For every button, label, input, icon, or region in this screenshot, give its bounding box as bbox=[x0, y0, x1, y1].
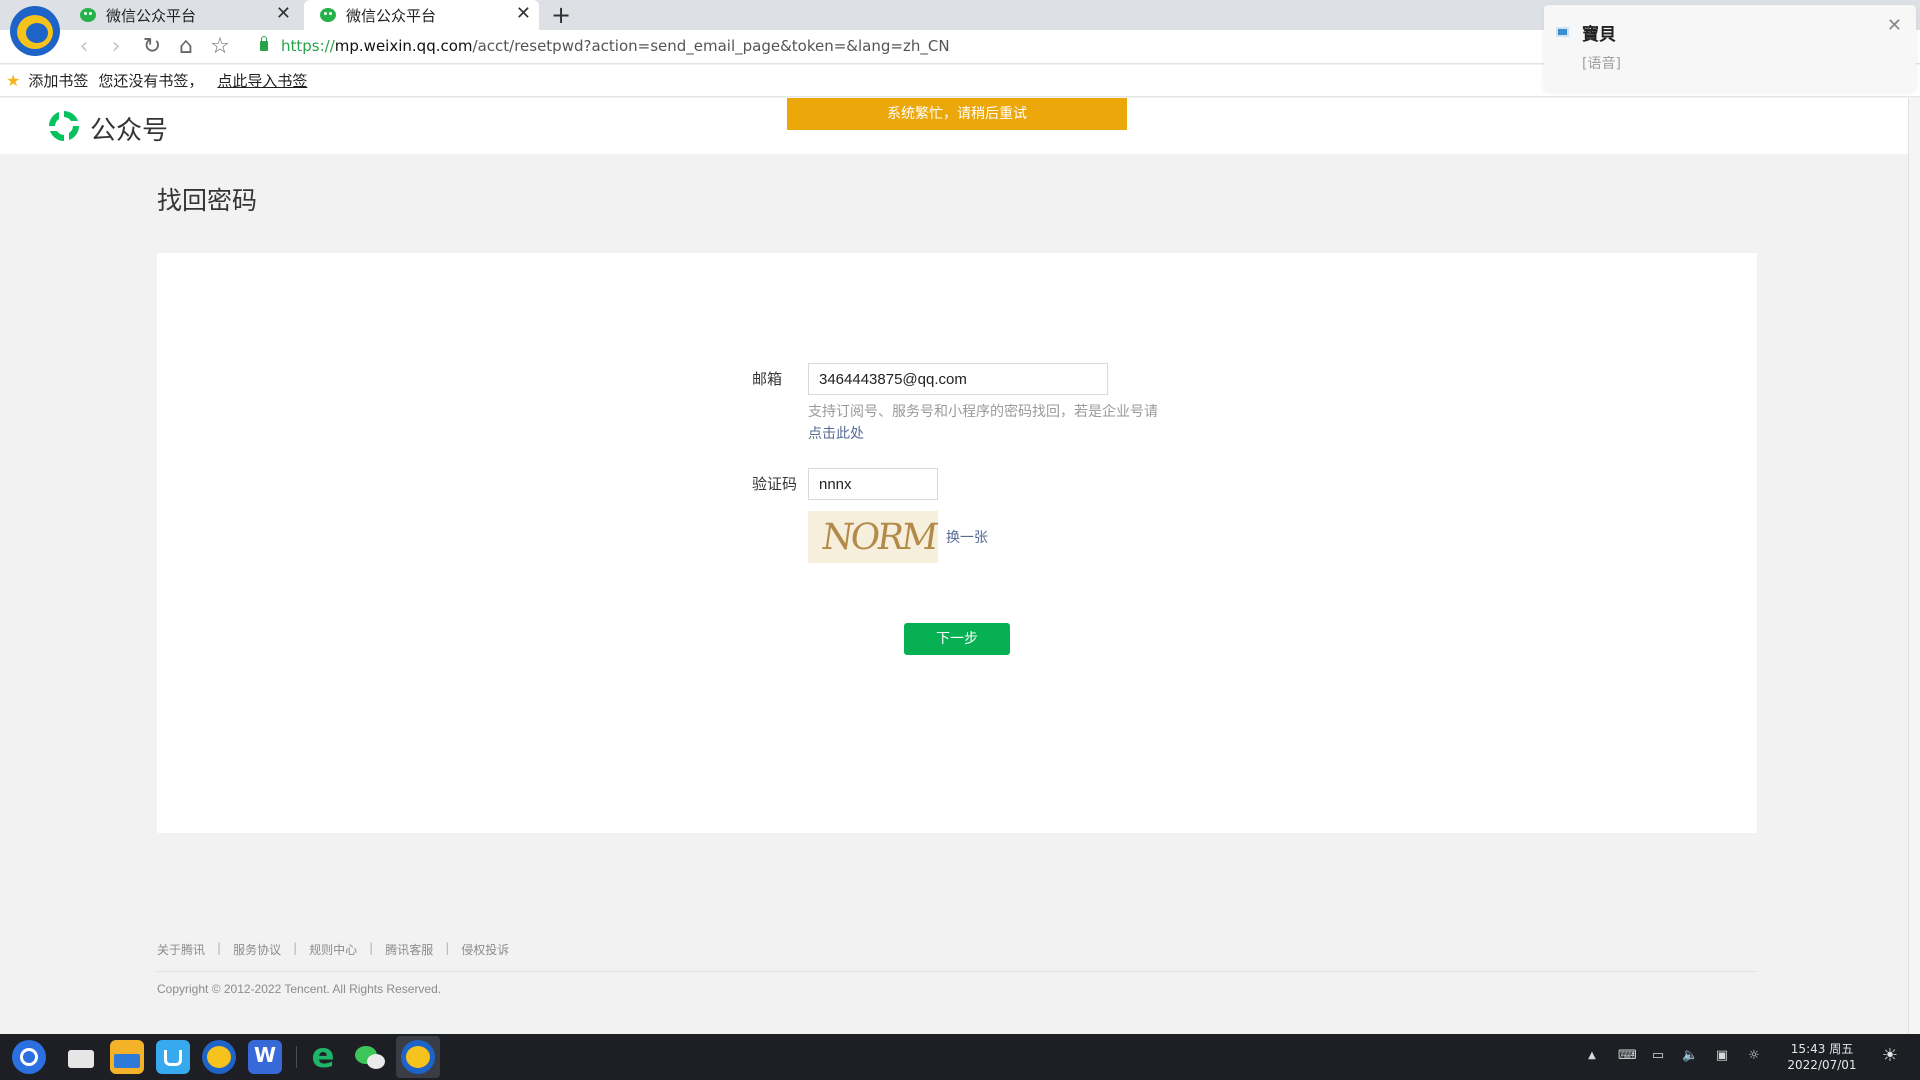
captcha-input[interactable] bbox=[808, 468, 938, 500]
footer-link-support[interactable]: 腾讯客服 bbox=[385, 941, 433, 958]
lock-icon bbox=[260, 36, 268, 51]
notification-body: [语音] bbox=[1582, 56, 1621, 72]
bookmark-star-icon[interactable]: ☆ bbox=[208, 35, 232, 59]
home-icon[interactable]: ⌂ bbox=[174, 35, 198, 59]
new-tab-button[interactable]: + bbox=[551, 2, 571, 28]
taskbar: ▲ ⌨ ▭ 🔈 ▣ ☼ 15:43 周五 2022/07/01 ☀ bbox=[0, 1034, 1920, 1080]
volume-icon[interactable]: 🔈 bbox=[1682, 1048, 1698, 1064]
forward-button[interactable]: › bbox=[104, 35, 128, 59]
tray-expand-icon[interactable]: ▲ bbox=[1584, 1048, 1600, 1064]
theme-toggle-icon[interactable]: ☀ bbox=[1880, 1046, 1900, 1066]
email-label: 邮箱 bbox=[752, 370, 783, 388]
wechat-icon[interactable] bbox=[353, 1040, 387, 1074]
next-step-button[interactable]: 下一步 bbox=[904, 623, 1010, 655]
wechat-favicon-icon bbox=[320, 8, 336, 22]
browser-logo-icon[interactable] bbox=[10, 6, 60, 56]
footer-separator: | bbox=[445, 941, 450, 955]
logo-text[interactable]: 公众号 bbox=[90, 110, 168, 147]
footer-separator: | bbox=[369, 941, 374, 955]
close-tab-icon[interactable]: ✕ bbox=[276, 5, 291, 23]
footer-link-rules[interactable]: 规则中心 bbox=[309, 941, 357, 958]
bookmark-star-icon: ★ bbox=[6, 71, 21, 90]
page-content: 公众号 系统繁忙，请稍后重试 找回密码 邮箱 支持订阅号、服务号和小程序的密码找… bbox=[0, 98, 1908, 1034]
add-bookmark-link[interactable]: 添加书签 bbox=[28, 70, 88, 91]
captcha-label: 验证码 bbox=[752, 475, 798, 493]
browser-icon[interactable] bbox=[202, 1040, 236, 1074]
captcha-image[interactable]: NORM bbox=[808, 511, 938, 563]
multitask-view-icon[interactable] bbox=[64, 1040, 98, 1074]
no-bookmarks-text: 您还没有书签， bbox=[98, 72, 204, 90]
app-store-icon[interactable] bbox=[156, 1040, 190, 1074]
footer-links: 关于腾讯 | 服务协议 | 规则中心 | 腾讯客服 | 侵权投诉 bbox=[157, 941, 509, 958]
page-header: 公众号 系统繁忙，请稍后重试 bbox=[0, 98, 1908, 154]
notification-tray-icon[interactable]: ▭ bbox=[1650, 1048, 1666, 1064]
network-icon[interactable]: ▣ bbox=[1714, 1048, 1730, 1064]
wps-writer-icon[interactable] bbox=[248, 1040, 282, 1074]
back-button[interactable]: ‹ bbox=[72, 35, 96, 59]
notification-popup[interactable]: 寶貝 [语音] ✕ bbox=[1544, 5, 1916, 91]
close-tab-icon[interactable]: ✕ bbox=[516, 5, 531, 23]
file-manager-icon[interactable] bbox=[110, 1040, 144, 1074]
captcha-text: NORM bbox=[819, 517, 938, 558]
wechat-favicon-icon bbox=[80, 8, 96, 22]
captcha-refresh-link[interactable]: 换一张 bbox=[946, 527, 988, 547]
page-scrollbar[interactable] bbox=[1908, 98, 1920, 1034]
browser-active-icon[interactable] bbox=[401, 1040, 435, 1074]
tab-title: 微信公众平台 bbox=[106, 6, 197, 25]
reload-icon[interactable]: ↻ bbox=[140, 35, 164, 59]
footer-link-about[interactable]: 关于腾讯 bbox=[157, 941, 205, 958]
footer-link-complaint[interactable]: 侵权投诉 bbox=[461, 941, 509, 958]
notification-app-icon bbox=[1556, 27, 1569, 37]
clock-date[interactable]: 2022/07/01 bbox=[1786, 1058, 1858, 1072]
footer-divider bbox=[157, 971, 1757, 972]
taskbar-separator bbox=[296, 1046, 297, 1068]
launcher-icon[interactable] bbox=[12, 1040, 46, 1074]
import-bookmarks-link[interactable]: 点此导入书签 bbox=[217, 70, 307, 91]
enterprise-click-here-link[interactable]: 点击此处 bbox=[808, 423, 864, 443]
close-notification-icon[interactable]: ✕ bbox=[1887, 15, 1902, 36]
official-account-logo-icon[interactable] bbox=[46, 108, 82, 144]
page-title: 找回密码 bbox=[157, 186, 258, 215]
email-input[interactable] bbox=[808, 363, 1108, 395]
alert-banner: 系统繁忙，请稍后重试 bbox=[787, 98, 1127, 130]
keyboard-icon[interactable]: ⌨ bbox=[1618, 1048, 1637, 1064]
copyright: Copyright © 2012-2022 Tencent. All Right… bbox=[157, 982, 442, 996]
browser-tab-active[interactable]: 微信公众平台 ✕ bbox=[304, 0, 539, 30]
browser-tab[interactable]: 微信公众平台 ✕ bbox=[64, 0, 299, 30]
clock-time[interactable]: 15:43 周五 bbox=[1790, 1040, 1854, 1057]
brightness-icon[interactable]: ☼ bbox=[1746, 1048, 1762, 1064]
footer-separator: | bbox=[217, 941, 222, 955]
email-tip: 支持订阅号、服务号和小程序的密码找回，若是企业号请 bbox=[808, 404, 1158, 420]
footer-link-agreement[interactable]: 服务协议 bbox=[233, 941, 281, 958]
footer-separator: | bbox=[293, 941, 298, 955]
notification-title: 寶貝 bbox=[1582, 25, 1616, 45]
address-bar[interactable]: https://mp.weixin.qq.com/acct/resetpwd?a… bbox=[281, 37, 950, 55]
edge-browser-icon[interactable] bbox=[306, 1036, 340, 1076]
tab-title: 微信公众平台 bbox=[346, 6, 437, 25]
